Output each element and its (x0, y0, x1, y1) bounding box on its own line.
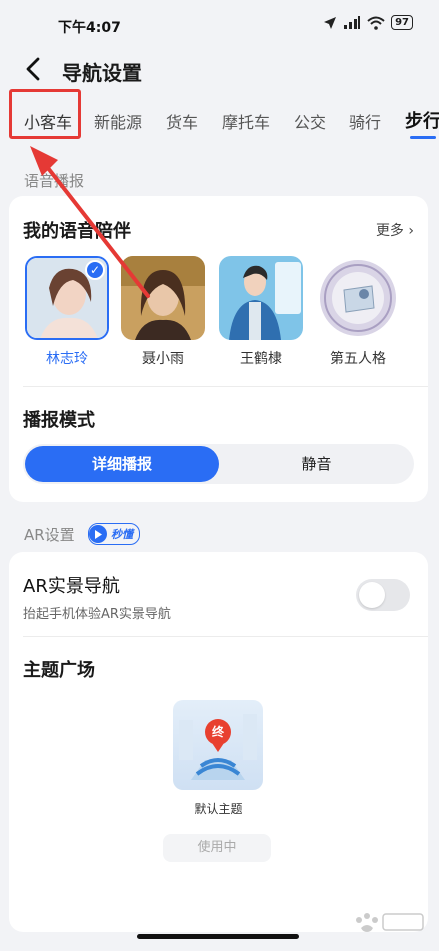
baidu-jingyan-watermark (356, 913, 424, 932)
home-indicator (137, 934, 299, 939)
annotation-arrow (30, 146, 150, 298)
